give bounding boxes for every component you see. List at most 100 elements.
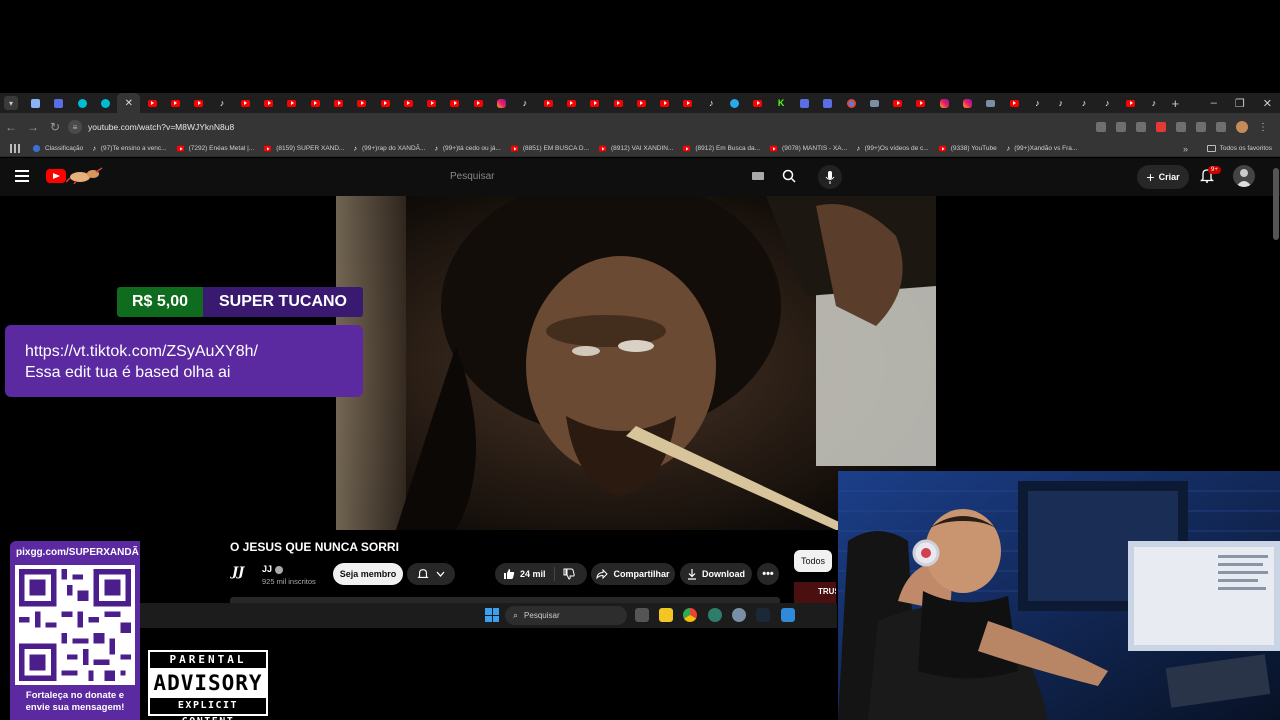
browser-tab[interactable]: ♪: [1049, 93, 1072, 113]
bookmark-item[interactable]: (8912) Em Busca da...: [682, 145, 760, 152]
search-button[interactable]: [772, 163, 806, 189]
browser-tab[interactable]: [443, 93, 466, 113]
browser-tab[interactable]: [373, 93, 396, 113]
browser-tab[interactable]: [583, 93, 606, 113]
browser-tab[interactable]: [816, 93, 839, 113]
channel-logo[interactable]: JJ: [232, 565, 254, 581]
windows-start-icon[interactable]: [485, 608, 499, 622]
minimize-button[interactable]: –: [1211, 97, 1217, 109]
browser-tab[interactable]: [397, 93, 420, 113]
bookmark-item[interactable]: ♪ (99+)Xandão vs Fra...: [1006, 144, 1077, 153]
file-explorer-icon[interactable]: [659, 608, 673, 622]
browser-tab[interactable]: [886, 93, 909, 113]
browser-tab[interactable]: [676, 93, 699, 113]
browser-tab[interactable]: [1002, 93, 1025, 113]
search-input[interactable]: Pesquisar: [440, 163, 772, 189]
forward-button[interactable]: →: [22, 120, 44, 134]
bookmark-item[interactable]: ♪ (97)Te ensino a venc...: [92, 144, 167, 153]
close-window-button[interactable]: ✕: [1263, 97, 1272, 110]
app-icon[interactable]: [708, 608, 722, 622]
bookmark-item[interactable]: (7292) Enéas Metal |...: [176, 145, 254, 152]
steam-icon[interactable]: [756, 608, 770, 622]
browser-tab[interactable]: [94, 93, 117, 113]
browser-tab[interactable]: ♪: [1072, 93, 1095, 113]
browser-tab[interactable]: ♪: [1096, 93, 1119, 113]
sidebar-icon[interactable]: [1196, 122, 1206, 132]
close-tab-icon[interactable]: ✕: [125, 98, 133, 109]
user-avatar[interactable]: [1233, 165, 1255, 187]
browser-tab[interactable]: [304, 93, 327, 113]
voice-search-button[interactable]: [818, 165, 842, 189]
browser-tab[interactable]: ♪: [513, 93, 536, 113]
join-button[interactable]: Seja membro: [333, 563, 403, 585]
browser-tab[interactable]: [187, 93, 210, 113]
bookmark-item[interactable]: (8912) VAI XANDIN...: [598, 145, 673, 152]
url-text[interactable]: youtube.com/watch?v=M8WJYknN8u8: [88, 122, 234, 132]
related-video-thumbnail[interactable]: TRUS: [794, 582, 836, 604]
new-tab-button[interactable]: +: [1172, 96, 1180, 111]
browser-tab[interactable]: [71, 93, 94, 113]
zoom-icon[interactable]: [1116, 122, 1126, 132]
subscribed-notifications-button[interactable]: [407, 563, 455, 585]
browser-tab[interactable]: [793, 93, 816, 113]
browser-tab[interactable]: [630, 93, 653, 113]
bookmark-item[interactable]: ♪ (99+)tá cedo ou já...: [434, 144, 501, 153]
browser-tab[interactable]: [537, 93, 560, 113]
bookmark-item[interactable]: (9338) YouTube: [938, 145, 997, 152]
bookmark-item[interactable]: (8159) SUPER XAND...: [263, 145, 344, 152]
menu-hamburger-icon[interactable]: [15, 170, 29, 182]
browser-tab[interactable]: [280, 93, 303, 113]
browser-tab[interactable]: [467, 93, 490, 113]
taskbar-search[interactable]: ⌕ Pesquisar: [505, 606, 627, 625]
browser-tab[interactable]: K: [770, 93, 793, 113]
browser-tab[interactable]: ✕: [117, 93, 141, 113]
apps-grid-icon[interactable]: [10, 144, 20, 153]
extension-red-icon[interactable]: [1156, 122, 1166, 132]
install-app-icon[interactable]: [1096, 122, 1106, 132]
bookmarks-overflow-button[interactable]: »: [1183, 144, 1188, 154]
bookmark-item[interactable]: ♪ (99+)rap do XANDÃ...: [353, 144, 425, 153]
browser-tab[interactable]: [327, 93, 350, 113]
bookmark-item[interactable]: Classificação: [32, 144, 83, 153]
dislike-button[interactable]: [555, 568, 587, 580]
profile-avatar[interactable]: [1236, 121, 1248, 133]
more-actions-button[interactable]: •••: [757, 563, 779, 585]
browser-tab[interactable]: [933, 93, 956, 113]
browser-tab[interactable]: [140, 93, 163, 113]
bookmark-item[interactable]: ♪ (99+)Os vídeos de c...: [856, 144, 929, 153]
browser-tab[interactable]: ♪: [700, 93, 723, 113]
filter-chip-all[interactable]: Todos: [794, 550, 832, 572]
browser-tab[interactable]: [606, 93, 629, 113]
extensions-puzzle-icon[interactable]: [1176, 122, 1186, 132]
browser-tab[interactable]: [257, 93, 280, 113]
youtube-logo[interactable]: [46, 169, 66, 183]
bookmark-item[interactable]: (8851) EM BUSCA D...: [510, 145, 589, 152]
bookmark-star-icon[interactable]: [1136, 122, 1146, 132]
browser-menu-icon[interactable]: ⋮: [1258, 122, 1268, 133]
browser-tab[interactable]: [490, 93, 513, 113]
media-icon[interactable]: [1216, 122, 1226, 132]
keyboard-icon[interactable]: [752, 172, 764, 180]
download-button[interactable]: Download: [680, 563, 752, 585]
browser-tab[interactable]: [839, 93, 862, 113]
create-button[interactable]: + Criar: [1137, 165, 1189, 189]
browser-tab[interactable]: [164, 93, 187, 113]
browser-tab[interactable]: [746, 93, 769, 113]
bookmark-item[interactable]: (9078) MANTIS - XA...: [769, 145, 847, 152]
page-scrollbar[interactable]: [1273, 168, 1279, 240]
browser-tab[interactable]: [350, 93, 373, 113]
channel-name[interactable]: JJ: [262, 564, 284, 574]
browser-tab[interactable]: [909, 93, 932, 113]
channel-name-text[interactable]: JJ: [262, 564, 272, 574]
browser-tab[interactable]: [956, 93, 979, 113]
browser-tab[interactable]: ♪: [1026, 93, 1049, 113]
reload-button[interactable]: ↻: [44, 120, 66, 134]
browser-tab[interactable]: ♪: [1142, 93, 1165, 113]
all-bookmarks-button[interactable]: Todos os favoritos: [1206, 145, 1272, 152]
task-view-icon[interactable]: [635, 608, 649, 622]
tab-search-button[interactable]: ▾: [4, 96, 18, 110]
omnibox[interactable]: ≡ youtube.com/watch?v=M8WJYknN8u8: [68, 117, 1168, 137]
site-info-icon[interactable]: ≡: [68, 120, 82, 134]
restore-button[interactable]: ❐: [1235, 97, 1245, 110]
browser-tab[interactable]: [653, 93, 676, 113]
